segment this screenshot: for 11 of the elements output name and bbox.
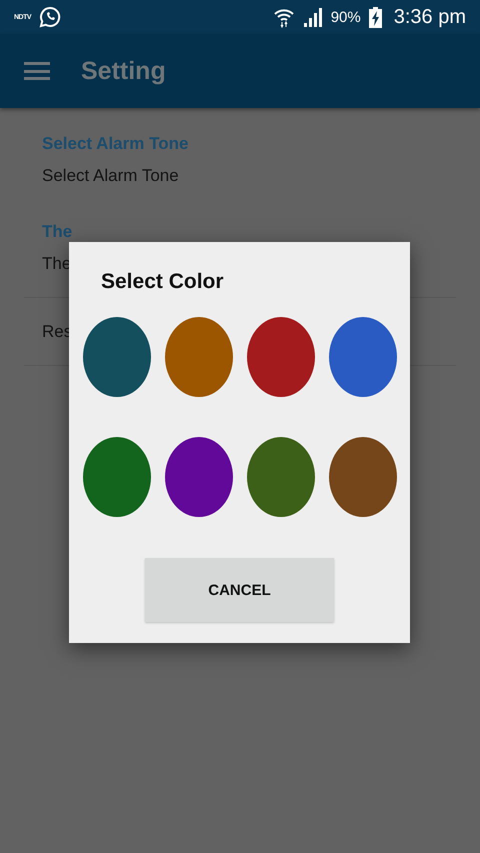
clock-time: 3:36 pm bbox=[394, 6, 466, 28]
dialog-title: Select Color bbox=[101, 270, 224, 295]
menu-icon[interactable] bbox=[24, 62, 50, 80]
signal-icon bbox=[302, 7, 323, 27]
battery-percent: 90% bbox=[330, 8, 361, 26]
cancel-button[interactable]: CANCEL bbox=[145, 558, 334, 622]
battery-charging-icon bbox=[368, 6, 382, 28]
chat-icon bbox=[39, 6, 62, 28]
section-header: The bbox=[41, 221, 74, 243]
section-header: Select Alarm Tone bbox=[41, 133, 190, 155]
screen-title: Setting bbox=[81, 56, 166, 86]
